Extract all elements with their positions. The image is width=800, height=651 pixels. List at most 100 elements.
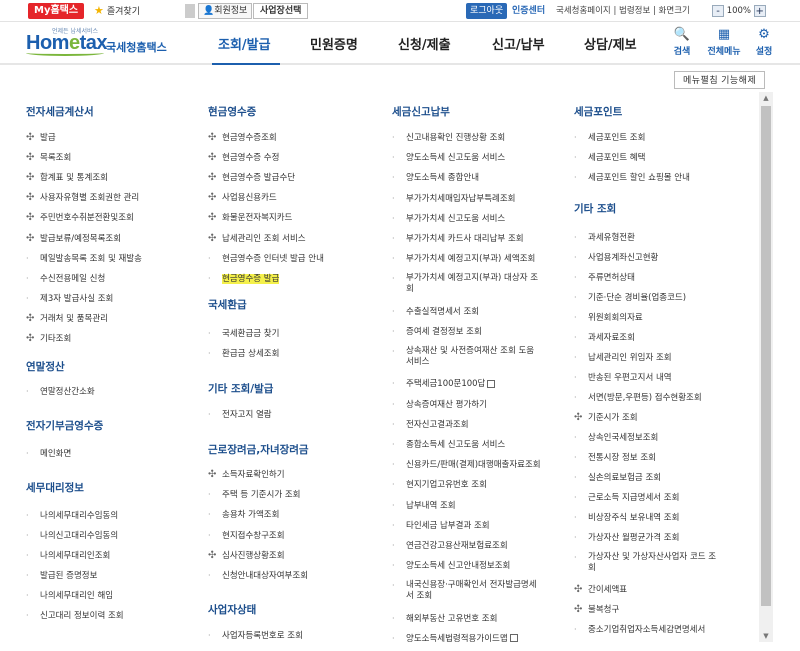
menu-item[interactable]: · 메인화면 — [26, 448, 71, 460]
menu-item[interactable]: · 국세환급금 찾기 — [208, 328, 279, 340]
menu-item[interactable]: · 전자신고결과조회 — [392, 419, 469, 431]
menu-item[interactable]: · 양도소득세 신고안내정보조회 — [392, 560, 510, 572]
menu-item[interactable]: · 신청안내대상자여부조회 — [208, 570, 308, 582]
menu-item[interactable]: · 송용차 가액조회 — [208, 509, 279, 521]
menu-item[interactable]: · 세금포인트 할인 쇼핑몰 안내 — [574, 172, 690, 184]
menu-item[interactable]: · 부가가치세매입자납부특례조회 — [392, 193, 515, 205]
hometax-logo[interactable]: 언제든 납세서비스 Hometax 국세청홈택스 — [26, 26, 186, 60]
logout-button[interactable]: 로그아웃 — [466, 3, 508, 19]
menu-item[interactable]: · 현금영수증 인터넷 발급 안내 — [208, 253, 324, 265]
menu-item[interactable]: · 사업용계좌신고현황 — [574, 252, 658, 264]
menu-item[interactable]: · 상속재산 및 사전증여재산 조회 도움 서비스 — [392, 346, 541, 368]
cert-center-link[interactable]: 인증센터 — [512, 3, 545, 19]
gnb-report-pay[interactable]: 신고/납부 — [492, 34, 545, 53]
menu-item[interactable]: ✣ 기타조회 — [26, 333, 71, 345]
menu-item[interactable]: · 기준·단순 경비율(업종코드) — [574, 292, 686, 304]
menu-item[interactable]: · 양도소득세 신고도움 서비스 — [392, 152, 505, 164]
menu-item[interactable]: · 나의신고대리수임동의 — [26, 530, 118, 542]
menu-item[interactable]: · 나의세무대리수임동의 — [26, 510, 118, 522]
menu-item[interactable]: · 과세자료조회 — [574, 332, 635, 344]
menu-item[interactable]: · 서면(방문,우편등) 접수현황조회 — [574, 392, 702, 404]
menu-item[interactable]: ✣ 현금영수증조회 — [208, 132, 277, 144]
menu-item[interactable]: · 주류면허상태 — [574, 272, 635, 284]
scroll-down-arrow-icon[interactable]: ▼ — [759, 630, 773, 642]
zoom-out-button[interactable]: - — [712, 4, 724, 17]
menu-item[interactable]: · 수신전용메일 신청 — [26, 273, 105, 285]
menu-item[interactable]: · 신고내용확인 진행상황 조회 — [392, 132, 505, 144]
menu-item[interactable]: ✣ 사업용신용카드 — [208, 192, 277, 204]
menu-item[interactable]: · 내국신용장·구매확인서 전자발급명세서 조회 — [392, 580, 541, 602]
menu-item[interactable]: · 증여세 결정정보 조회 — [392, 326, 482, 338]
menu-item[interactable]: · 수출실적명세서 조회 — [392, 306, 479, 318]
menu-item[interactable]: · 환급금 상세조회 — [208, 348, 279, 360]
menu-item[interactable]: ✣ 기준시가 조회 — [574, 412, 638, 424]
menu-item[interactable]: · 부가가치세 예정고지(부과) 세액조회 — [392, 253, 535, 265]
menu-item[interactable]: ✣ 간이세액표 — [574, 584, 627, 596]
menu-item[interactable]: · 납세관리인 위임자 조회 — [574, 352, 672, 364]
favorites-button[interactable]: ★ 즐겨찾기 — [94, 3, 140, 19]
menu-item[interactable]: · 주택세금100문100답 — [392, 378, 496, 390]
menu-item[interactable]: ✣ 발급 — [26, 132, 56, 144]
menu-item[interactable]: · 양도소득세 종합안내 — [392, 172, 479, 184]
scroll-thumb[interactable] — [761, 106, 771, 606]
menu-item[interactable]: · 부가가치세 신고도움 서비스 — [392, 213, 505, 225]
menu-item[interactable]: ✣ 불복청구 — [574, 604, 619, 616]
menu-item[interactable]: ✣ 거래처 및 품목관리 — [26, 313, 108, 325]
menu-item[interactable]: · 발급된 증명정보 — [26, 570, 97, 582]
menu-item[interactable]: · 과세유형전환 — [574, 232, 635, 244]
menu-item[interactable]: · 사업자등록번호로 조회 — [208, 630, 303, 642]
menu-item[interactable]: · 실손의료보험금 조회 — [574, 472, 661, 484]
settings-tool[interactable]: ⚙ 설정 — [751, 26, 777, 62]
menu-item[interactable]: · 부가가치세 카드사 대리납부 조회 — [392, 233, 524, 245]
my-hometax-button[interactable]: My홈택스 — [28, 3, 85, 19]
menu-item[interactable]: · 세금포인트 혜택 — [574, 152, 645, 164]
gnb-civil-cert[interactable]: 민원증명 — [310, 34, 358, 53]
business-select-button[interactable]: 사업장선택 — [253, 3, 309, 19]
menu-item[interactable]: · 양도소득세법령적용가이드맵 — [392, 633, 518, 645]
menu-item[interactable]: · 근로소득 지급명세서 조회 — [574, 492, 679, 504]
menu-item[interactable]: · 신용카드/판매(결제)대행매출자료조회 — [392, 459, 541, 471]
menu-item[interactable]: · 종합소득세 신고도움 서비스 — [392, 439, 505, 451]
menu-item[interactable]: ✣ 납세관리인 조회 서비스 — [208, 233, 306, 245]
menu-item[interactable]: · 세금포인트 조회 — [574, 132, 645, 144]
menu-item[interactable]: · 부가가치세 예정고지(부과) 대상자 조회 — [392, 273, 541, 295]
menu-item[interactable]: · 중소기업취업자소득세감면명세서 — [574, 624, 705, 636]
utility-links[interactable]: 국세청홈페이지 | 법령정보 | 화면크기 — [556, 3, 690, 19]
menu-item[interactable]: ✣ 심사진행상황조회 — [208, 550, 285, 562]
menu-item[interactable]: · 타인세금 납부결과 조회 — [392, 520, 490, 532]
menu-item[interactable]: · 연말정산간소화 — [26, 386, 95, 398]
menu-item[interactable]: · 상속인국세정보조회 — [574, 432, 658, 444]
menu-expand-toggle-button[interactable]: 메뉴펼침 기능해제 — [674, 71, 766, 89]
vertical-scrollbar[interactable]: ▲ ▼ — [759, 92, 773, 642]
menu-item[interactable]: · 제3자 발급사실 조회 — [26, 293, 113, 305]
menu-item[interactable]: ✣ 화물운전자복지카드 — [208, 212, 292, 224]
menu-item[interactable]: · 나의세무대리인 해임 — [26, 590, 113, 602]
menu-item[interactable]: ✣ 합계표 및 통계조회 — [26, 172, 108, 184]
member-info-button[interactable]: 👤회원정보 — [198, 3, 253, 19]
gnb-inquiry-issue[interactable]: 조회/발급 — [218, 34, 271, 53]
menu-item[interactable]: · 가상자산 월평균가격 조회 — [574, 532, 679, 544]
menu-item[interactable]: · 나의세무대리인조회 — [26, 550, 110, 562]
menu-item[interactable]: ✣ 현금영수증 발급수단 — [208, 172, 295, 184]
menu-item[interactable]: · 해외부동산 고유번호 조회 — [392, 613, 497, 625]
menu-item[interactable]: · 연금건강고용산재보험료조회 — [392, 540, 508, 552]
menu-item[interactable]: ✣ 사용자유형별 조회권한 관리 — [26, 192, 139, 204]
menu-item[interactable]: · 비상장주식 보유내역 조회 — [574, 512, 679, 524]
menu-item[interactable]: · 위원회회의자료 — [574, 312, 643, 324]
all-menu-tool[interactable]: ▦ 전체메뉴 — [702, 26, 746, 62]
gnb-consult-report[interactable]: 상담/제보 — [584, 34, 637, 53]
menu-item[interactable]: · 신고대리 정보이력 조회 — [26, 610, 124, 622]
zoom-in-button[interactable]: + — [753, 4, 766, 17]
search-tool[interactable]: 🔍 검색 — [669, 26, 695, 62]
menu-item[interactable]: · 주택 등 기준시가 조회 — [208, 489, 301, 501]
menu-item[interactable]: ✣ 현금영수증 수정 — [208, 152, 279, 164]
menu-item[interactable]: · 현금영수증 발급 — [208, 273, 280, 285]
menu-item[interactable]: · 전자고지 열람 — [208, 409, 272, 421]
menu-item[interactable]: · 현지기업고유번호 조회 — [392, 479, 487, 491]
gnb-apply-submit[interactable]: 신청/제출 — [398, 34, 451, 53]
menu-item[interactable]: ✣ 발급보류/예정목록조회 — [26, 233, 121, 245]
menu-item[interactable]: ✣ 목록조회 — [26, 152, 71, 164]
menu-item[interactable]: ✣ 주민번호수취분전환및조회 — [26, 212, 134, 224]
menu-item[interactable]: ✣ 소득자료확인하기 — [208, 469, 285, 481]
menu-item[interactable]: · 전통시장 정보 조회 — [574, 452, 656, 464]
